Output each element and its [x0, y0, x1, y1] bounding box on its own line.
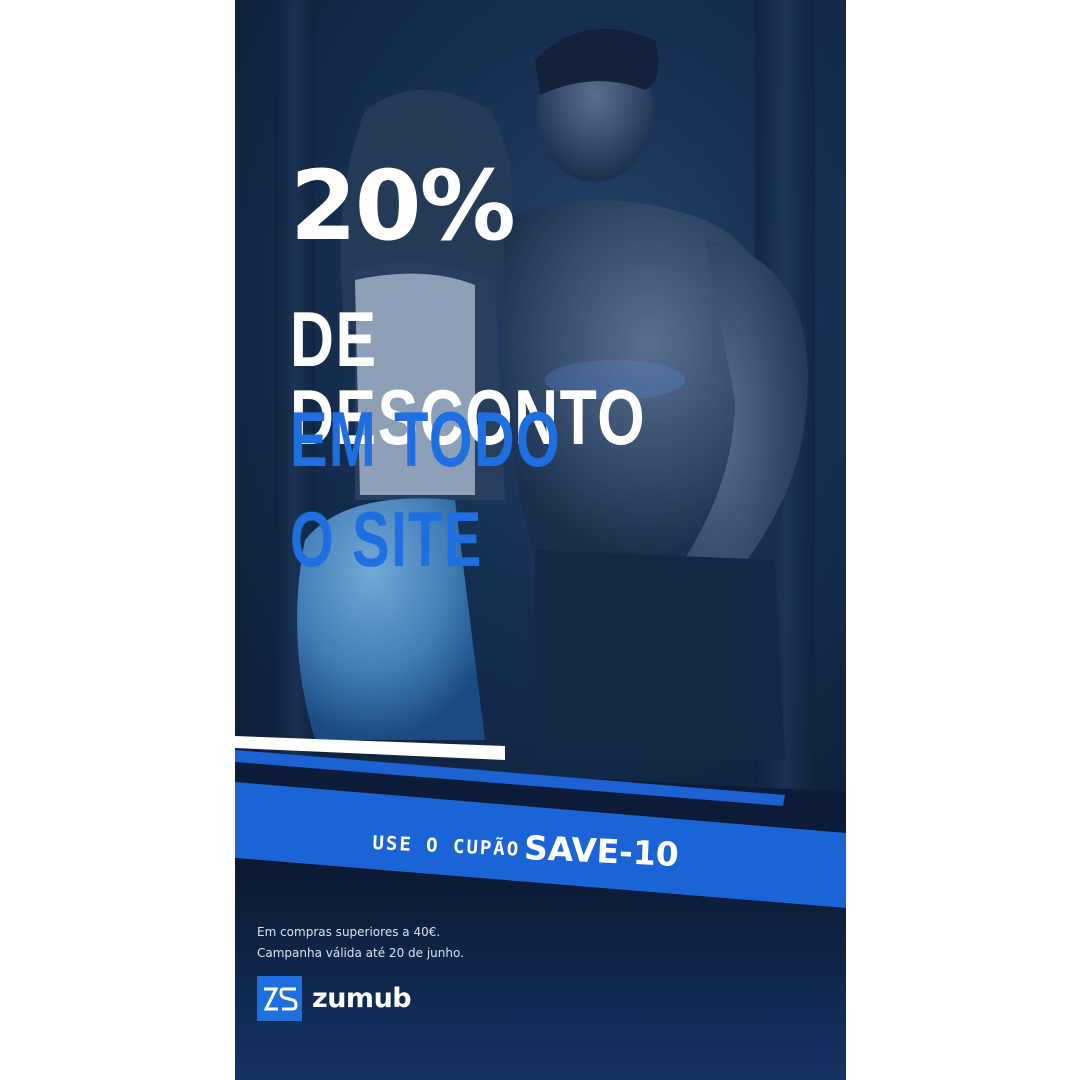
- terms-text: Em compras superiores a 40€. Campanha vá…: [257, 922, 464, 964]
- coupon-code[interactable]: SAVE-10: [523, 828, 679, 874]
- promo-poster: 20% DE DESCONTO EM TODO O SITE USE O CUP…: [235, 0, 846, 1080]
- brand-logo-icon: [257, 976, 302, 1021]
- terms-line-1: Em compras superiores a 40€.: [257, 925, 441, 939]
- brand-logo[interactable]: zumub: [257, 976, 412, 1021]
- terms-line-2: Campanha válida até 20 de junho.: [257, 946, 464, 960]
- brand-name: zumub: [312, 983, 412, 1014]
- diagonal-bands: [235, 736, 846, 1080]
